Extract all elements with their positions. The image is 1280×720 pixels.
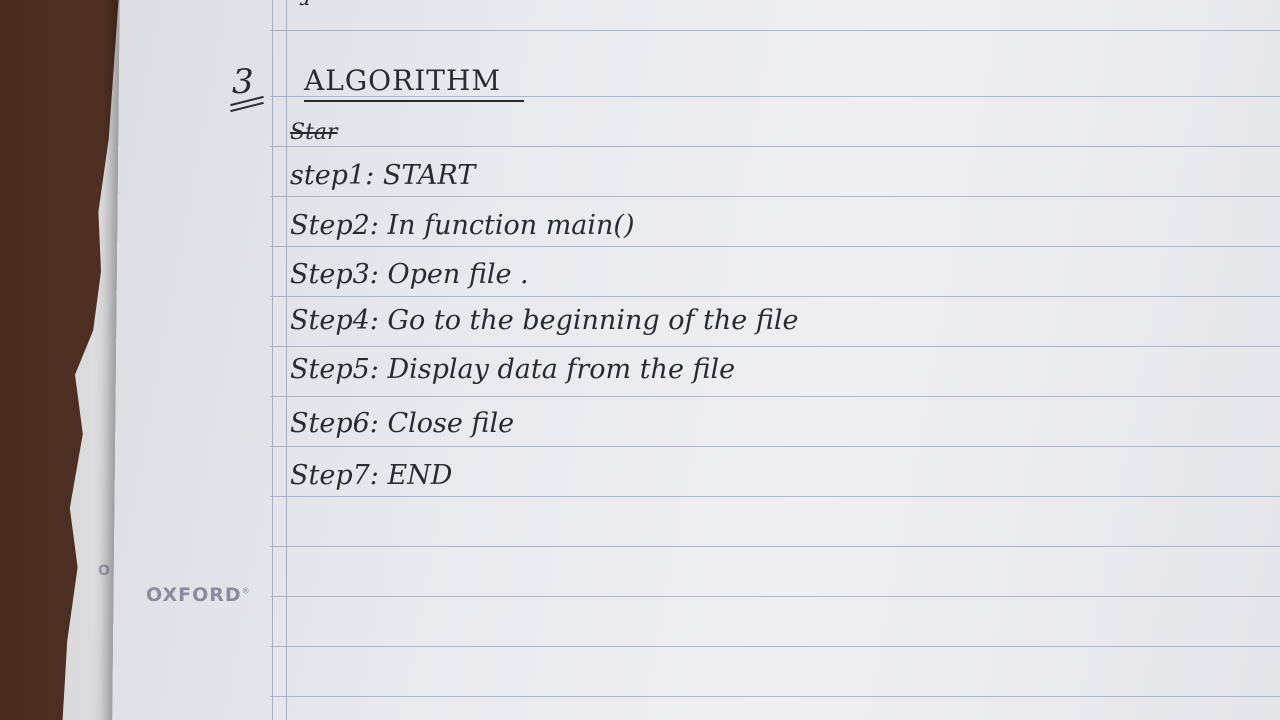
struck-out-word: Star — [290, 120, 338, 145]
photo-scene: O OXFORD® ɹ 3 ALGORITHM Star step1: STAR… — [0, 0, 1280, 720]
algorithm-step: Step3: Open file . — [290, 259, 529, 290]
algorithm-step: Step6: Close file — [290, 408, 515, 439]
section-number: 3 — [232, 62, 254, 102]
algorithm-heading: ALGORITHM — [304, 64, 502, 97]
algorithm-step: Step4: Go to the beginning of the file — [290, 305, 799, 336]
margin-line-outer — [272, 0, 273, 720]
algorithm-step: step1: START — [290, 160, 476, 191]
underlying-brand-logo: O — [98, 563, 111, 579]
margin-line-inner — [286, 0, 287, 720]
top-margin-mark: ɹ — [300, 0, 310, 10]
algorithm-step: Step2: In function main() — [290, 210, 635, 241]
algorithm-step: Step7: END — [290, 460, 453, 491]
heading-underline — [304, 100, 524, 102]
algorithm-step: Step5: Display data from the file — [290, 354, 736, 385]
oxford-brand-logo: OXFORD® — [146, 584, 251, 606]
